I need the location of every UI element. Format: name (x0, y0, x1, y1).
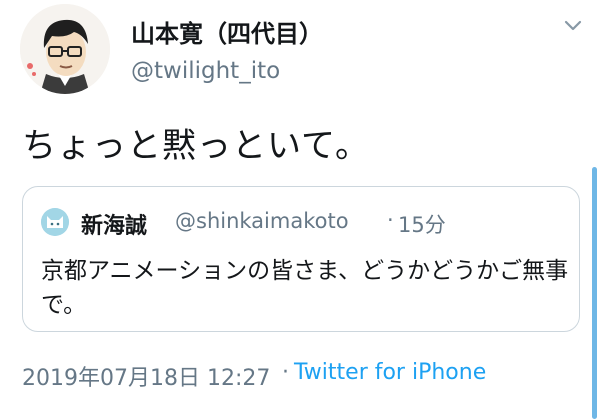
author-avatar[interactable] (20, 4, 110, 94)
quoted-author-name[interactable]: 新海誠 (81, 208, 147, 240)
tweet-source-link[interactable]: Twitter for iPhone (294, 360, 486, 385)
quoted-author-avatar[interactable] (41, 208, 69, 236)
tweet-text: ちょっと黙っといて。 (22, 126, 370, 166)
meta-separator: · (282, 360, 289, 385)
quoted-tweet-text: 京都アニメーションの皆さま、どうかどうかご無事で。 (41, 258, 569, 318)
author-handle[interactable]: @twilight_ito (131, 58, 280, 84)
chevron-down-icon (564, 20, 582, 31)
quoted-tweet-card[interactable]: 新海誠 @shinkaimakoto · 15分 京都アニメーションの皆さま、ど… (22, 186, 580, 332)
author-display-name[interactable]: 山本寛（四代目） (131, 14, 323, 49)
tweet-timestamp[interactable]: 2019年07月18日 12:27 (22, 360, 270, 392)
scrollbar[interactable] (592, 167, 597, 419)
tweet-menu-button[interactable] (560, 16, 586, 36)
cat-avatar-icon (41, 208, 69, 236)
quoted-author-handle[interactable]: @shinkaimakoto (175, 209, 349, 233)
quoted-separator: · (387, 208, 394, 232)
quoted-timestamp[interactable]: 15分 (398, 209, 446, 239)
cartoon-avatar-icon (20, 4, 110, 94)
